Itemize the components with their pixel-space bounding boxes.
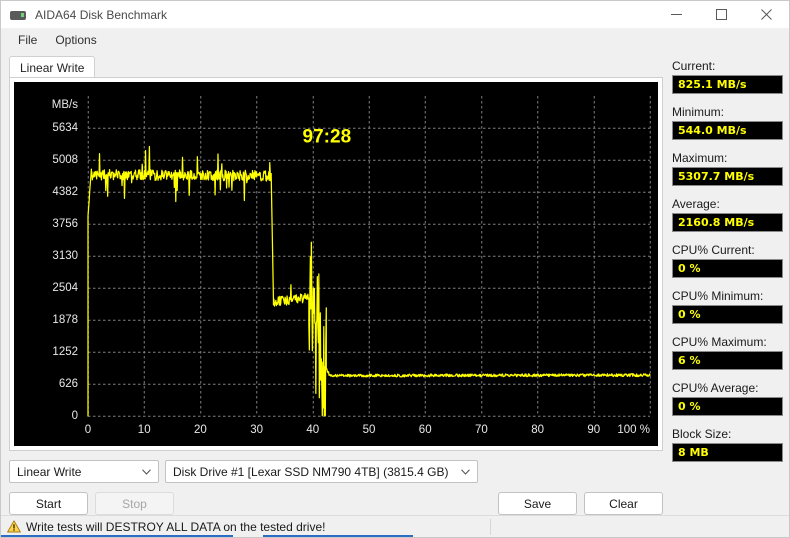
stat-label-cpu-minimum: CPU% Minimum: bbox=[672, 289, 764, 303]
stat-group-cpu-current: CPU% Current: 0 % bbox=[672, 243, 783, 278]
stat-group-minimum: Minimum: 544.0 MB/s bbox=[672, 105, 783, 140]
status-bar-text: Write tests will DESTROY ALL DATA on the… bbox=[26, 519, 326, 534]
stat-group-current: Current: 825.1 MB/s bbox=[672, 59, 783, 94]
start-button[interactable]: Start bbox=[9, 492, 88, 515]
stop-button: Stop bbox=[95, 492, 174, 515]
maximize-button[interactable] bbox=[699, 1, 744, 29]
chevron-down-icon bbox=[461, 461, 470, 482]
minimize-button[interactable] bbox=[654, 1, 699, 29]
aida64-disk-benchmark-window: AIDA64 Disk Benchmark File Options Linea… bbox=[0, 0, 790, 538]
stat-value-average: 2160.8 MB/s bbox=[672, 213, 783, 232]
stat-value-cpu-average: 0 % bbox=[672, 397, 783, 416]
selector-row: Linear Write Disk Drive #1 [Lexar SSD NM… bbox=[9, 460, 663, 483]
stat-group-maximum: Maximum: 5307.7 MB/s bbox=[672, 151, 783, 186]
stat-group-cpu-maximum: CPU% Maximum: 6 % bbox=[672, 335, 783, 370]
menu-bar: File Options bbox=[1, 29, 789, 51]
stat-label-minimum: Minimum: bbox=[672, 105, 725, 119]
stat-label-cpu-current: CPU% Current: bbox=[672, 243, 755, 257]
stat-label-maximum: Maximum: bbox=[672, 151, 728, 165]
status-bar: Write tests will DESTROY ALL DATA on the… bbox=[1, 515, 789, 537]
stat-value-block-size: 8 MB bbox=[672, 443, 783, 462]
disk-drive-icon bbox=[10, 7, 26, 23]
stat-label-block-size: Block Size: bbox=[672, 427, 732, 441]
title-bar: AIDA64 Disk Benchmark bbox=[1, 1, 789, 29]
clear-button[interactable]: Clear bbox=[584, 492, 663, 515]
stat-value-cpu-minimum: 0 % bbox=[672, 305, 783, 324]
stat-value-cpu-maximum: 6 % bbox=[672, 351, 783, 370]
main-content: Linear Write Linear Write Disk Drive #1 … bbox=[1, 51, 789, 515]
stat-group-block-size: Block Size: 8 MB bbox=[672, 427, 783, 462]
chevron-down-icon bbox=[142, 461, 151, 482]
status-bar-divider bbox=[490, 519, 491, 535]
stat-value-cpu-current: 0 % bbox=[672, 259, 783, 278]
stat-label-cpu-average: CPU% Average: bbox=[672, 381, 759, 395]
warning-triangle-icon bbox=[7, 520, 21, 533]
benchmark-mode-value: Linear Write bbox=[17, 464, 82, 479]
drive-select[interactable]: Disk Drive #1 [Lexar SSD NM790 4TB] (381… bbox=[165, 460, 478, 483]
close-button[interactable] bbox=[744, 1, 789, 29]
stat-label-current: Current: bbox=[672, 59, 716, 73]
action-button-row: Start Stop Save Clear bbox=[9, 492, 663, 515]
window-title: AIDA64 Disk Benchmark bbox=[35, 7, 168, 22]
menu-item-options[interactable]: Options bbox=[46, 31, 105, 49]
window-controls bbox=[654, 1, 789, 29]
benchmark-chart-canvas bbox=[14, 82, 658, 446]
benchmark-chart bbox=[9, 77, 663, 451]
statistics-panel: Current: 825.1 MB/s Minimum: 544.0 MB/s Maxi… bbox=[663, 55, 783, 515]
save-button[interactable]: Save bbox=[498, 492, 577, 515]
drive-select-value: Disk Drive #1 [Lexar SSD NM790 4TB] (381… bbox=[173, 464, 449, 479]
benchmark-mode-select[interactable]: Linear Write bbox=[9, 460, 159, 483]
menu-item-file[interactable]: File bbox=[9, 31, 46, 49]
stat-label-average: Average: bbox=[672, 197, 720, 211]
tab-strip: Linear Write bbox=[9, 55, 663, 77]
stat-group-average: Average: 2160.8 MB/s bbox=[672, 197, 783, 232]
stat-group-cpu-minimum: CPU% Minimum: 0 % bbox=[672, 289, 783, 324]
chart-column: Linear Write Linear Write Disk Drive #1 … bbox=[9, 55, 663, 515]
stat-group-cpu-average: CPU% Average: 0 % bbox=[672, 381, 783, 416]
stat-value-maximum: 5307.7 MB/s bbox=[672, 167, 783, 186]
status-bar-accent-secondary bbox=[263, 535, 413, 537]
status-bar-accent bbox=[1, 535, 233, 537]
stat-value-current: 825.1 MB/s bbox=[672, 75, 783, 94]
tab-linear-write[interactable]: Linear Write bbox=[9, 56, 96, 77]
stat-label-cpu-maximum: CPU% Maximum: bbox=[672, 335, 767, 349]
stat-value-minimum: 544.0 MB/s bbox=[672, 121, 783, 140]
